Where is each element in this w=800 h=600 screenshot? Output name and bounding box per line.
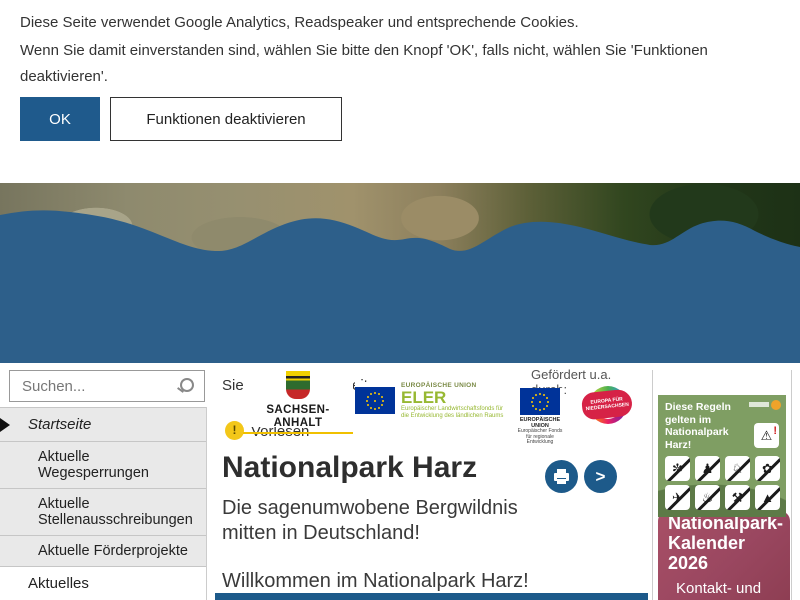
search-icon[interactable] <box>180 378 194 392</box>
eler-text: EUROPÄISCHE UNION ELER Europäischer Land… <box>401 382 511 420</box>
eler-desc-label: Europäischer Landwirtschaftsfonds für di… <box>401 406 511 420</box>
cookie-text-line1: Diese Seite verwendet Google Analytics, … <box>20 10 760 36</box>
search-box <box>9 370 205 402</box>
sidebar-nav: Startseite Aktuelle Wegesperrungen Aktue… <box>0 407 206 600</box>
search-input[interactable] <box>20 371 174 401</box>
eu-stars-icon <box>374 400 376 402</box>
no-dogs-icon: ♘ <box>725 456 750 481</box>
sachsen-anhalt-underline <box>243 432 353 434</box>
warning-badge: ! <box>773 423 777 444</box>
header-wave <box>0 183 800 363</box>
sidebar-item-label: Aktuelles <box>28 575 89 592</box>
no-skiing-icon: ✼ <box>665 456 690 481</box>
sachsen-anhalt-crest-icon <box>286 371 310 399</box>
sidebar-item-foerderprojekte[interactable]: Aktuelle Förderprojekte <box>0 536 206 567</box>
sidebar-item-label: Aktuelle Förderprojekte <box>38 543 188 559</box>
cookie-deactivate-button[interactable]: Funktionen deaktivieren <box>110 97 342 141</box>
readspeaker-icon[interactable]: ! <box>225 421 244 440</box>
efre-desc-label: Europäischer Fonds für regionale Entwick… <box>517 429 563 446</box>
page: Diese Seite verwendet Google Analytics, … <box>0 0 800 600</box>
page-edge-divider <box>791 370 792 600</box>
eu-stars-icon <box>539 401 541 403</box>
page-title: Nationalpark Harz <box>222 451 477 485</box>
next-section-edge <box>215 593 648 600</box>
niedersachsen-logo: EUROPA FÜR NIEDERSACHSEN <box>578 386 636 424</box>
cookie-ok-button[interactable]: OK <box>20 97 100 141</box>
sidebar-item-label: Aktuelle Wegesperrungen <box>38 449 149 481</box>
calendar-promo[interactable]: Nationalpark-Kalender 2026 Kontakt- und … <box>658 511 790 600</box>
no-drones-icon: ✈ <box>665 485 690 510</box>
sidebar: Startseite Aktuelle Wegesperrungen Aktue… <box>0 363 215 600</box>
header-banner: Nationalpark Harz Nationalpark Harz <box>0 183 800 363</box>
sidebar-divider <box>206 407 207 600</box>
printer-icon <box>554 473 569 481</box>
eu-flag-icon <box>355 387 395 414</box>
calendar-contact-link[interactable]: Kontakt- und Bestellinfos <box>676 579 776 600</box>
cookie-banner: Diese Seite verwendet Google Analytics, … <box>0 0 800 160</box>
park-rules-banner[interactable]: Diese Regeln gelten im Nationalpark Harz… <box>658 395 786 517</box>
rules-title: Diese Regeln gelten im Nationalpark Harz… <box>665 401 751 451</box>
print-button[interactable] <box>545 460 578 493</box>
sidebar-item-label: Aktuelle Stellenausschreibungen <box>38 496 193 528</box>
sidebar-item-aktuelles[interactable]: Aktuelles <box>0 567 206 600</box>
efre-logo: EUROPÄISCHE UNION Europäischer Fonds für… <box>517 388 563 428</box>
warning-glyph: ⚠ <box>761 428 773 443</box>
eler-logo: EUROPÄISCHE UNION ELER Europäischer Land… <box>355 382 511 426</box>
falling-rocks-warning-icon: ⚠ ! <box>754 423 779 448</box>
content-divider <box>652 370 653 600</box>
eler-name-label: ELER <box>401 389 511 406</box>
sidebar-item-stellenausschreibungen[interactable]: Aktuelle Stellenausschreibungen <box>0 489 206 536</box>
no-hiking-off-trail-icon: ♟ <box>695 456 720 481</box>
sidebar-item-label: Startseite <box>28 416 91 433</box>
sidebar-item-startseite[interactable]: Startseite <box>0 408 206 442</box>
welcome-text: Willkommen im Nationalpark Harz! <box>222 570 529 593</box>
no-picking-plants-icon: ✿ <box>755 456 780 481</box>
sachsen-anhalt-label: SACHSEN-ANHALT <box>243 404 353 430</box>
niedersachsen-label: EUROPA FÜR NIEDERSACHSEN <box>581 388 634 420</box>
sachsen-anhalt-logo: SACHSEN-ANHALT <box>243 370 353 427</box>
no-collecting-icon: ⚒ <box>725 485 750 510</box>
cookie-text-line2: Wenn Sie damit einverstanden sind, wähle… <box>20 38 755 90</box>
calendar-title: Nationalpark-Kalender 2026 <box>668 513 783 573</box>
sidebar-item-wegesperrungen[interactable]: Aktuelle Wegesperrungen <box>0 442 206 489</box>
eu-flag-icon <box>520 388 560 415</box>
active-arrow-icon <box>0 418 10 432</box>
mini-park-logo-icon <box>771 400 781 410</box>
no-camping-icon: ▲ <box>755 485 780 510</box>
share-button[interactable]: > <box>584 460 617 493</box>
page-subtitle: Die sagenumwobene Bergwildnis mitten in … <box>222 496 552 546</box>
no-fire-icon: ♨ <box>695 485 720 510</box>
